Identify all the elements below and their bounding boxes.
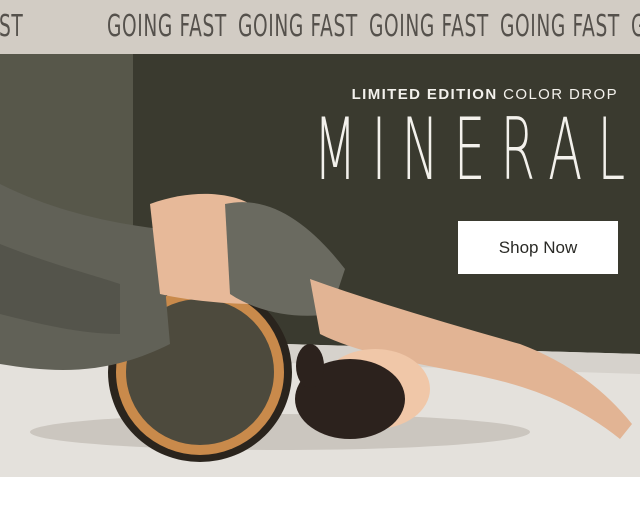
hero-banner[interactable]: LIMITED EDITION COLOR DROP MINERAL Shop … xyxy=(0,54,640,477)
hero-headline: LIMITED EDITION COLOR DROP MINERAL xyxy=(77,86,625,196)
ticker-track: FAST GOING FAST GOING FAST GOING FAST GO… xyxy=(0,8,640,46)
product-name: MINERAL xyxy=(313,100,640,200)
shop-now-button[interactable]: Shop Now xyxy=(458,221,618,274)
ticker-item: GOING FAST xyxy=(107,9,227,44)
ticker-item: FAST xyxy=(0,9,24,44)
ticker-item: GOING FAST xyxy=(238,9,358,44)
going-fast-ticker: FAST GOING FAST GOING FAST GOING FAST GO… xyxy=(0,0,640,54)
ticker-item: GOING FAST xyxy=(631,8,640,46)
ticker-item: GOING FAST xyxy=(369,9,489,44)
ticker-item: GOING FAST xyxy=(500,9,620,44)
